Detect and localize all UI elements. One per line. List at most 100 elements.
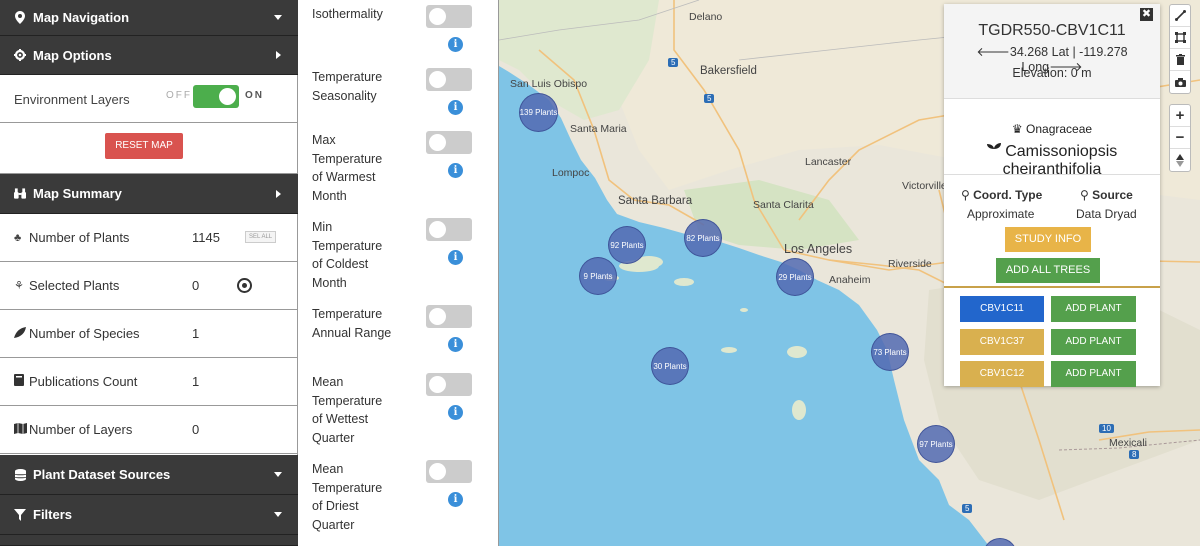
map-options-header[interactable]: Map Options bbox=[0, 36, 298, 75]
number-of-layers-value: 0 bbox=[192, 422, 200, 437]
city-label: Mexicali bbox=[1109, 437, 1147, 449]
chevron-down-icon bbox=[274, 511, 282, 517]
number-of-plants-value: 1145 bbox=[192, 230, 220, 245]
layer-toggle[interactable] bbox=[426, 373, 472, 396]
close-icon[interactable]: ✖ bbox=[1140, 8, 1153, 21]
road-shield: 5 bbox=[704, 94, 715, 103]
zoom-out-icon[interactable]: − bbox=[1170, 127, 1190, 149]
layer-toggle[interactable] bbox=[426, 305, 472, 328]
map-navigation-label: Map Navigation bbox=[33, 10, 130, 25]
layer-toggle[interactable] bbox=[426, 68, 472, 91]
number-of-species-value: 1 bbox=[192, 326, 200, 341]
map-summary-header[interactable]: Map Summary bbox=[0, 174, 298, 214]
camera-icon[interactable] bbox=[1170, 71, 1190, 93]
city-label: Riverside bbox=[888, 258, 932, 270]
number-of-plants-label: Number of Plants bbox=[29, 230, 130, 245]
plant-cluster[interactable]: 92 Plants bbox=[608, 226, 646, 264]
info-icon[interactable]: i bbox=[448, 250, 463, 265]
plant-cluster[interactable]: 29 Plants bbox=[776, 258, 814, 296]
layer-label: Mean Temperature of Driest Quarter bbox=[312, 462, 383, 532]
plant-cluster[interactable]: 73 Plants bbox=[871, 333, 909, 371]
layer-label: Temperature Seasonality bbox=[312, 70, 383, 103]
plant-tag-button[interactable]: CBV1C37 bbox=[960, 329, 1044, 355]
draw-line-icon[interactable] bbox=[1170, 5, 1190, 27]
target-icon[interactable] bbox=[237, 278, 252, 293]
switch-on-label: ON bbox=[245, 90, 264, 101]
number-of-species-label: Number of Species bbox=[29, 326, 140, 341]
zoom-controls: + − bbox=[1169, 104, 1191, 172]
map-pin-icon: ⚲ bbox=[961, 188, 970, 202]
plant-cluster[interactable]: 9 Plants bbox=[579, 257, 617, 295]
plant-cluster[interactable]: 139 Plants bbox=[519, 93, 558, 132]
coord-type-label: ⚲ Coord. Type bbox=[961, 188, 1043, 202]
publications-count-row: Publications Count 1 bbox=[0, 358, 298, 406]
info-icon[interactable]: i bbox=[448, 37, 463, 52]
road-shield: 10 bbox=[1099, 424, 1114, 433]
reset-map-button[interactable]: RESET MAP bbox=[105, 133, 183, 159]
reset-north-icon[interactable] bbox=[1170, 149, 1190, 171]
add-plant-button[interactable]: ADD PLANT bbox=[1051, 296, 1136, 322]
selected-plants-label: Selected Plants bbox=[29, 278, 120, 293]
chevron-down-icon bbox=[274, 471, 282, 477]
zoom-in-icon[interactable]: + bbox=[1170, 105, 1190, 127]
filters-header[interactable]: Filters bbox=[0, 495, 298, 535]
study-info-button[interactable]: STUDY INFO bbox=[1005, 227, 1091, 252]
layer-label: Isothermality bbox=[312, 7, 383, 21]
map-pin-icon bbox=[14, 11, 26, 24]
layer-toggle[interactable] bbox=[426, 218, 472, 241]
chevron-right-icon bbox=[276, 189, 281, 198]
map-summary-label: Map Summary bbox=[33, 186, 122, 201]
plant-tag-button[interactable]: CBV1C11 bbox=[960, 296, 1044, 322]
coord-type-value: Approximate bbox=[967, 207, 1035, 221]
plant-elevation: Elevation: 0 m bbox=[1012, 66, 1092, 80]
layer-label: Mean Temperature of Wettest Quarter bbox=[312, 375, 383, 445]
layer-toggle[interactable] bbox=[426, 131, 472, 154]
info-icon[interactable]: i bbox=[448, 100, 463, 115]
draw-polygon-icon[interactable] bbox=[1170, 27, 1190, 49]
info-icon[interactable]: i bbox=[448, 492, 463, 507]
selected-plants-value: 0 bbox=[192, 278, 200, 293]
plant-cluster[interactable]: 30 Plants bbox=[651, 347, 689, 385]
switch-off-label: OFF bbox=[166, 90, 192, 101]
map-navigation-header[interactable]: Map Navigation bbox=[0, 0, 298, 36]
leaf-icon bbox=[14, 326, 26, 341]
seedling-icon bbox=[986, 143, 1005, 160]
book-icon bbox=[14, 374, 26, 389]
plant-tag-button[interactable]: CBV1C12 bbox=[960, 361, 1044, 387]
add-plant-button[interactable]: ADD PLANT bbox=[1051, 361, 1136, 387]
layer-toggle[interactable] bbox=[426, 460, 472, 483]
road-shield: 5 bbox=[962, 504, 973, 513]
plant-dataset-sources-header[interactable]: Plant Dataset Sources bbox=[0, 455, 298, 495]
info-icon[interactable]: i bbox=[448, 405, 463, 420]
divider bbox=[944, 286, 1160, 288]
publications-count-value: 1 bbox=[192, 374, 200, 389]
layer-toggle[interactable] bbox=[426, 5, 472, 28]
binoculars-icon bbox=[14, 188, 26, 200]
select-all-button[interactable]: SEL ALL bbox=[245, 231, 277, 243]
road-shield: 5 bbox=[668, 58, 679, 67]
city-label: Victorville bbox=[902, 180, 947, 192]
gear-icon bbox=[14, 49, 26, 61]
city-label: Delano bbox=[689, 11, 723, 23]
filters-label: Filters bbox=[33, 507, 73, 522]
city-label: Anaheim bbox=[829, 274, 871, 286]
environment-layers-label: Environment Layers bbox=[14, 92, 130, 107]
info-icon[interactable]: i bbox=[448, 163, 463, 178]
city-label: Santa Clarita bbox=[753, 199, 814, 211]
city-label: Bakersfield bbox=[700, 65, 757, 77]
environment-layers-row: Environment Layers OFF ON bbox=[0, 75, 298, 123]
divider bbox=[944, 174, 1160, 175]
number-of-layers-label: Number of Layers bbox=[29, 422, 133, 437]
environment-layers-toggle[interactable] bbox=[193, 85, 239, 108]
number-of-layers-row: Number of Layers 0 bbox=[0, 406, 298, 454]
selected-plants-row: ⚘ Selected Plants 0 bbox=[0, 262, 298, 310]
add-plant-button[interactable]: ADD PLANT bbox=[1051, 329, 1136, 355]
add-all-trees-button[interactable]: ADD ALL TREES bbox=[996, 258, 1100, 283]
city-label: Los Angeles bbox=[784, 242, 853, 256]
info-icon[interactable]: i bbox=[448, 337, 463, 352]
layer-label: Temperature Annual Range bbox=[312, 307, 392, 340]
plant-cluster[interactable]: 82 Plants bbox=[684, 219, 722, 257]
plant-cluster[interactable]: 97 Plants bbox=[917, 425, 955, 463]
trash-icon[interactable] bbox=[1170, 49, 1190, 71]
family-name: Onagraceae bbox=[1026, 122, 1093, 136]
